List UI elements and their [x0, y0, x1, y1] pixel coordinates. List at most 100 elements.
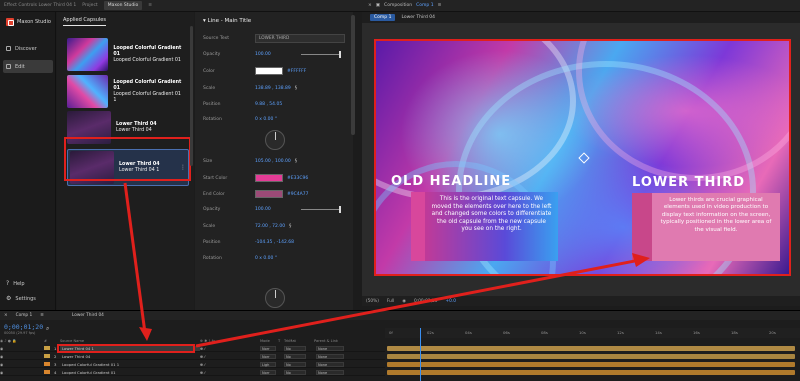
brand-label: Maxon Studio	[17, 19, 51, 25]
highlight-box	[64, 137, 191, 181]
layer-duration-bar[interactable]	[387, 346, 795, 351]
layer-name[interactable]: Looped Colorful Gradient 01 1	[60, 362, 200, 367]
opacity-slider[interactable]	[300, 205, 341, 213]
opacity-value[interactable]: 100.00	[255, 52, 271, 57]
camera-icon[interactable]: ◉	[402, 299, 406, 304]
capsules-scrollbar[interactable]	[190, 26, 193, 166]
parent-select[interactable]: None	[316, 353, 344, 359]
link-icon[interactable]: §	[295, 159, 297, 164]
comp-name[interactable]: Comp 1	[416, 3, 433, 8]
label-color[interactable]	[44, 354, 50, 358]
position-value[interactable]: 9.88 , 54.05	[255, 102, 282, 107]
nav-edit[interactable]: Edit	[3, 60, 53, 73]
label-color[interactable]	[44, 362, 50, 366]
mode-select[interactable]: Ligh	[260, 361, 276, 367]
breadcrumb[interactable]: Lower Third 04	[401, 15, 435, 20]
link-icon[interactable]: §	[295, 86, 297, 91]
mode-select[interactable]: Norr	[260, 345, 276, 351]
layer-switches[interactable]: ⊕ ⁄	[200, 346, 260, 351]
prop-label: Scale	[203, 85, 216, 91]
opacity-value[interactable]: 100.00	[255, 207, 271, 212]
capsule-card[interactable]: Looped Colorful Gradient 01 Looped Colorf…	[65, 73, 187, 110]
visibility-icon[interactable]: ◉	[0, 362, 44, 367]
capsule-card[interactable]: Looped Colorful Gradient 01 Looped Colorf…	[65, 36, 187, 73]
zoom-level[interactable]: (50%)	[366, 299, 379, 304]
prop-source-text: Source Text LOWER THIRD	[203, 32, 351, 44]
viewer-time[interactable]: 0;00;01;20	[414, 299, 437, 304]
position-value[interactable]: -104.35 , -142.68	[255, 240, 294, 245]
layer-name[interactable]: Looped Colorful Gradient 01	[60, 370, 200, 375]
prop-label: Rotation	[203, 255, 222, 261]
capsule-subtitle: Looped Colorful Gradient 01	[113, 57, 181, 63]
end-color-swatch[interactable]	[255, 190, 283, 198]
mode-select[interactable]: Norr	[260, 369, 276, 375]
layer-row[interactable]: ◉ 4 Looped Colorful Gradient 01 ⊕ ⁄ Norr…	[0, 369, 385, 376]
layer-switches[interactable]: ⊕ ⁄	[200, 370, 260, 375]
rotation-dial[interactable]	[265, 130, 285, 150]
start-color-swatch[interactable]	[255, 174, 283, 182]
visibility-icon[interactable]: ◉	[0, 370, 44, 375]
exposure-value[interactable]: +0.0	[446, 299, 456, 304]
ruler-tick-label: 04s	[465, 330, 472, 335]
layer-row[interactable]: ◉ 2 Lower Third 04 ⊕ ⁄ Norr No None	[0, 353, 385, 360]
trkmat-select[interactable]: No	[284, 369, 306, 375]
tab-project[interactable]: Project	[82, 3, 97, 8]
hamburger-icon[interactable]: ≡	[148, 3, 152, 8]
hamburger-icon[interactable]: ≡	[438, 3, 442, 8]
opacity-slider[interactable]	[300, 50, 341, 58]
color-value[interactable]: #FFFFFF	[287, 69, 306, 74]
visibility-icon[interactable]: ◉	[0, 346, 44, 351]
close-icon[interactable]: ×	[4, 313, 8, 318]
tab-maxon-studio[interactable]: Maxon Studio	[103, 1, 143, 10]
label-color[interactable]	[44, 370, 50, 374]
layer-switches[interactable]: ⊕ ⁄	[200, 354, 260, 359]
size-value[interactable]: 105.00 , 100.00	[255, 159, 291, 164]
timeline-panel: × Comp 1 ≡ Lower Third 04 0;00;01;20 000…	[0, 310, 800, 381]
start-color-value[interactable]: #E33C96	[287, 176, 308, 181]
nav-discover[interactable]: Discover	[3, 42, 53, 55]
scale-value[interactable]: 72.00 , 72.00	[255, 224, 285, 229]
search-icon[interactable]: ⌕	[46, 325, 49, 333]
layer-name[interactable]: Lower Third 04	[60, 354, 200, 359]
tab-timeline-lower-third[interactable]: Lower Third 04	[72, 313, 104, 318]
col-trkmat: TrkMat	[284, 339, 296, 343]
nav-settings[interactable]: ⚙ Settings	[3, 292, 53, 305]
layer-duration-bar[interactable]	[387, 370, 795, 375]
rotation-value[interactable]: 0 x 0.00 °	[255, 117, 277, 122]
rotation-dial[interactable]	[265, 288, 285, 308]
properties-scrollbar[interactable]	[351, 15, 355, 135]
color-swatch[interactable]	[255, 67, 283, 75]
hamburger-icon[interactable]: ≡	[40, 313, 44, 318]
link-icon[interactable]: §	[289, 224, 291, 229]
close-icon[interactable]: ×	[368, 3, 372, 8]
rotation-value[interactable]: 0 x 0.00 °	[255, 256, 277, 261]
tab-effect-controls[interactable]: Effect Controls Lower Third 04 1	[4, 3, 76, 8]
trkmat-select[interactable]: No	[284, 361, 306, 367]
tab-comp[interactable]: Comp 1	[370, 14, 396, 21]
playhead[interactable]	[420, 328, 421, 381]
parent-select[interactable]: None	[316, 369, 344, 375]
label-color[interactable]	[44, 346, 50, 350]
prop-position: Position 9.88 , 54.05	[203, 98, 351, 110]
source-text-input[interactable]: LOWER THIRD	[255, 33, 345, 43]
trkmat-select[interactable]: No	[284, 353, 306, 359]
parent-select[interactable]: None	[316, 345, 344, 351]
trkmat-select[interactable]: No	[284, 345, 306, 351]
tab-timeline-comp[interactable]: Comp 1	[16, 313, 33, 318]
visibility-icon[interactable]: ◉	[0, 354, 44, 359]
layer-duration-bar[interactable]	[387, 362, 795, 367]
end-color-value[interactable]: #9C4A77	[287, 192, 308, 197]
timecode[interactable]: 0;00;01;20	[4, 323, 43, 331]
parent-select[interactable]: None	[316, 361, 344, 367]
nav-help[interactable]: ? Help	[3, 277, 53, 290]
layer-switches[interactable]: ⊕ ⁄	[200, 362, 260, 367]
applied-capsules-tab[interactable]: Applied Capsules	[63, 17, 106, 26]
layer-duration-bar[interactable]	[387, 354, 795, 359]
section-title[interactable]: ▾ Line - Main Title	[203, 18, 251, 24]
quality-select[interactable]: Full	[387, 299, 394, 304]
mode-select[interactable]: Norr	[260, 353, 276, 359]
lock-icon[interactable]: ▣	[376, 3, 380, 8]
layer-row[interactable]: ◉ 3 Looped Colorful Gradient 01 1 ⊕ ⁄ Li…	[0, 361, 385, 368]
scale-value[interactable]: 138.89 , 138.89	[255, 86, 291, 91]
time-ruler[interactable]: 0f 02s 04s 06s 08s 10s 12s 14s 16s 18s 20s	[385, 328, 800, 338]
